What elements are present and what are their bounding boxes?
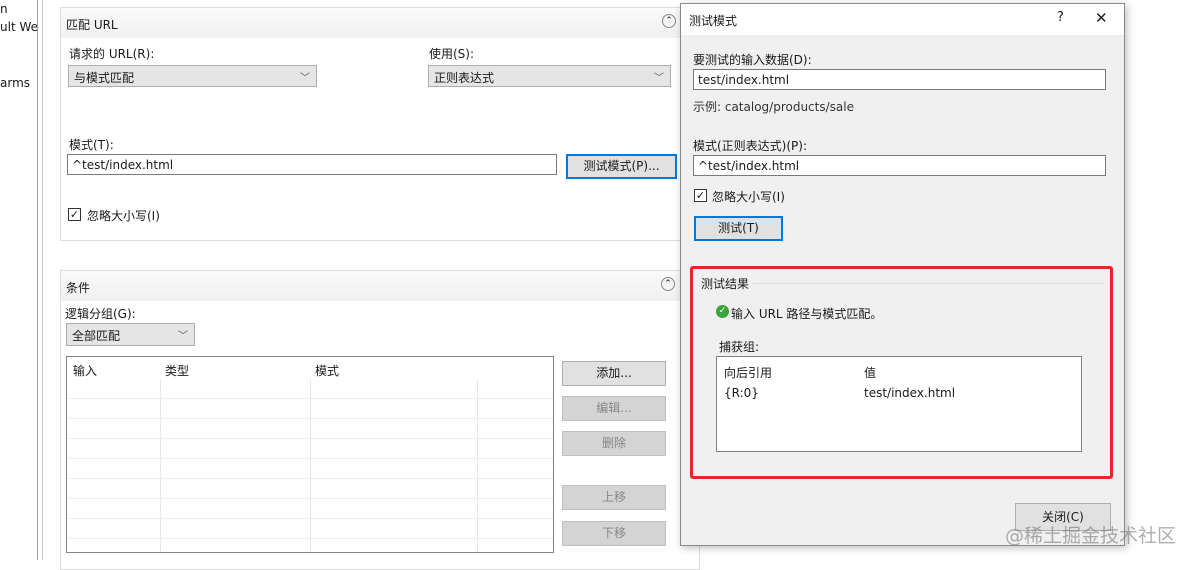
ignore-case-checkbox[interactable]: ✓	[68, 208, 81, 221]
collapse-icon[interactable]: ⌃	[661, 277, 675, 291]
logical-grouping-label: 逻辑分组(G):	[65, 307, 136, 321]
select-value: 与模式匹配	[74, 71, 135, 85]
regex-pattern-label: 模式(正则表达式)(P):	[693, 139, 808, 153]
results-title: 测试结果	[701, 275, 754, 292]
success-check-icon: ✓	[716, 305, 729, 318]
panel-title: 条件	[66, 281, 91, 295]
dialog-ignore-case-checkbox[interactable]: ✓	[694, 189, 707, 202]
pattern-label: 模式(T):	[69, 138, 114, 152]
dialog-titlebar: 测试模式 ? ✕	[681, 4, 1124, 35]
chevron-down-icon: ﹀	[178, 331, 188, 342]
tree-item[interactable]: arms	[0, 76, 30, 90]
divider	[42, 0, 43, 560]
panel-header: 匹配 URL	[61, 8, 699, 38]
capture-groups-table[interactable]: 向后引用 值 {R:0} test/index.html	[716, 356, 1082, 452]
result-message: 输入 URL 路径与模式匹配。	[731, 307, 883, 321]
using-label: 使用(S):	[429, 47, 475, 61]
collapse-icon[interactable]: ⌃	[662, 14, 676, 28]
select-value: 正则表达式	[434, 71, 495, 85]
capture-ref-cell: {R:0}	[724, 386, 759, 400]
panel-header: 条件	[61, 271, 699, 301]
capture-groups-label: 捕获组:	[719, 340, 760, 354]
chevron-down-icon: ﹀	[300, 73, 310, 84]
input-data-field[interactable]: test/index.html	[693, 69, 1106, 90]
help-icon[interactable]: ?	[1057, 10, 1064, 25]
test-button[interactable]: 测试(T)	[694, 216, 783, 241]
select-value: 全部匹配	[72, 329, 121, 343]
logical-grouping-select[interactable]: 全部匹配 ﹀	[66, 323, 195, 346]
requested-url-label: 请求的 URL(R):	[69, 47, 155, 61]
column-header-pattern[interactable]: 模式	[315, 362, 339, 379]
requested-url-select[interactable]: 与模式匹配 ﹀	[68, 65, 317, 87]
dialog-title: 测试模式	[689, 14, 738, 28]
move-down-button[interactable]: 下移	[562, 521, 666, 546]
edit-button[interactable]: 编辑...	[562, 396, 666, 421]
pattern-input[interactable]: ^test/index.html	[67, 154, 557, 175]
move-up-button[interactable]: 上移	[562, 485, 666, 510]
match-url-panel: 匹配 URL ⌃	[60, 7, 700, 241]
add-button[interactable]: 添加...	[562, 361, 666, 386]
conditions-table[interactable]: 输入 类型 模式	[66, 356, 554, 553]
remove-button[interactable]: 删除	[562, 431, 666, 456]
column-header-backreference[interactable]: 向后引用	[724, 364, 772, 381]
close-icon[interactable]: ✕	[1095, 9, 1108, 27]
column-header-input[interactable]: 输入	[73, 362, 97, 379]
column-header-value[interactable]: 值	[864, 364, 876, 381]
test-pattern-dialog: 测试模式 ? ✕ 要测试的输入数据(D): test/index.html 示例…	[680, 3, 1125, 546]
regex-pattern-field[interactable]: ^test/index.html	[693, 155, 1106, 176]
column-header-type[interactable]: 类型	[165, 362, 189, 379]
divider	[701, 283, 1104, 284]
chevron-down-icon: ﹀	[654, 73, 664, 84]
example-text: 示例: catalog/products/sale	[693, 100, 854, 114]
dialog-ignore-case-label: 忽略大小写(I)	[712, 190, 785, 204]
sidebar-tree: n ult Wel arms	[0, 0, 38, 560]
ignore-case-label: 忽略大小写(I)	[87, 209, 160, 223]
capture-value-cell: test/index.html	[864, 386, 956, 400]
test-pattern-button[interactable]: 测试模式(P)...	[566, 154, 677, 179]
input-data-label: 要测试的输入数据(D):	[693, 53, 812, 67]
tree-item[interactable]: ult Wel	[0, 20, 37, 34]
using-select[interactable]: 正则表达式 ﹀	[428, 65, 671, 87]
watermark: @稀土掘金技术社区	[1005, 525, 1177, 547]
panel-title: 匹配 URL	[66, 18, 118, 32]
tree-item[interactable]: n	[0, 2, 8, 16]
